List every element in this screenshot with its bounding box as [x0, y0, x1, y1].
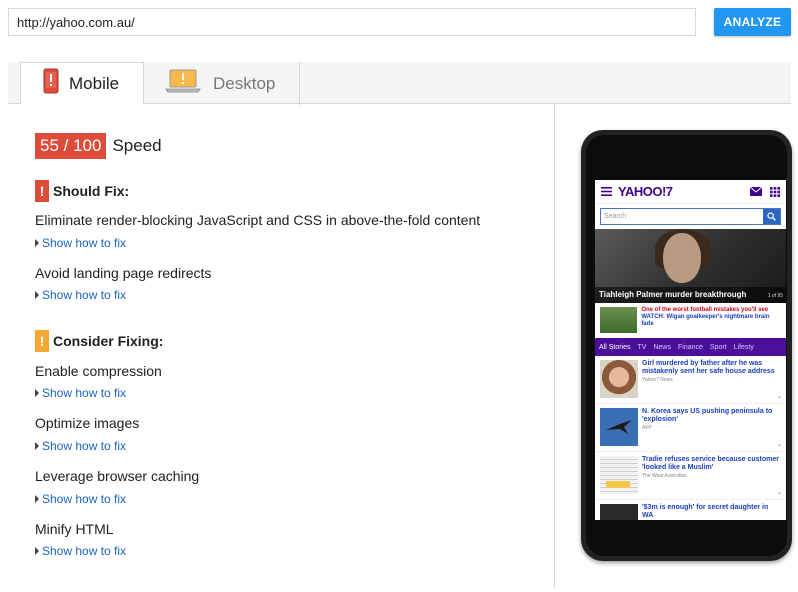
- story-title: '$3m is enough' for secret daughter in W…: [642, 504, 769, 519]
- rule-title: Leverage browser caching: [35, 468, 200, 484]
- show-how-to-fix-label: Show how to fix: [42, 544, 127, 558]
- show-how-to-fix-label: Show how to fix: [42, 386, 127, 400]
- tab-desktop-label: Desktop: [213, 73, 276, 93]
- apps-grid-icon: [770, 186, 780, 197]
- hamburger-icon: [601, 187, 612, 196]
- promo-blue-text: WATCH: Wigan goalkeeper's nightmare brai…: [641, 314, 770, 327]
- analyze-button[interactable]: ANALYZE: [714, 8, 791, 36]
- should-fix-heading: ! Should Fix:: [35, 180, 129, 202]
- site-header: YAHOO!7: [595, 180, 786, 204]
- show-how-to-fix-link[interactable]: Show how to fix: [35, 544, 126, 558]
- expand-triangle-icon: [35, 442, 39, 450]
- site-logo: YAHOO!7: [618, 184, 673, 199]
- promo-item: One of the worst football mistakes you'l…: [595, 303, 786, 338]
- hero-caption: Tiahleigh Palmer murder breakthrough: [595, 287, 786, 303]
- mobile-warning-icon: [43, 68, 59, 99]
- show-how-to-fix-label: Show how to fix: [42, 439, 127, 453]
- chevron-down-icon: ⌄: [776, 490, 782, 496]
- site-search-input: Search: [604, 213, 627, 220]
- should-fix-label: Should Fix:: [53, 183, 130, 199]
- rule-title: Eliminate render-blocking JavaScript and…: [35, 212, 481, 228]
- score-badge: 55 / 100: [35, 133, 107, 159]
- show-how-to-fix-link[interactable]: Show how to fix: [35, 386, 126, 400]
- story-title: N. Korea says US pushing peninsula to 'e…: [642, 408, 773, 423]
- tab-desktop[interactable]: Desktop: [145, 62, 300, 105]
- consider-fixing-heading: ! Consider Fixing:: [35, 330, 163, 352]
- score-label: Speed: [112, 136, 162, 155]
- story-thumbnail: [600, 456, 638, 494]
- story-source: The West Australian: [642, 473, 687, 479]
- site-nav: All Stories TV News Finance Sport Lifest…: [595, 338, 786, 356]
- expand-triangle-icon: [35, 495, 39, 503]
- story-item: Tradie refuses service because customer …: [595, 452, 786, 500]
- story-thumbnail: [600, 360, 638, 398]
- story-item: '$3m is enough' for secret daughter in W…: [595, 500, 786, 520]
- nav-item: TV: [637, 343, 647, 351]
- speed-score: 55 / 100 Speed: [35, 133, 162, 159]
- rule-title: Enable compression: [35, 363, 162, 379]
- hero-count: 1 of 95: [767, 293, 783, 299]
- page: ANALYZE Mobile: [0, 0, 798, 592]
- story-title: Tradie refuses service because customer …: [642, 456, 779, 471]
- story-item: Girl murdered by father after he was mis…: [595, 356, 786, 404]
- promo-text: One of the worst football mistakes you'l…: [641, 307, 781, 334]
- nav-item: All Stories: [599, 343, 631, 351]
- chevron-down-icon: ⌄: [776, 442, 782, 448]
- chevron-down-icon: ⌄: [776, 394, 782, 400]
- phone-screen: YAHOO!7 Search Tiahleigh Palmer murder b…: [595, 180, 786, 520]
- story-item: N. Korea says US pushing peninsula to 'e…: [595, 404, 786, 452]
- story-thumbnail: [600, 504, 638, 520]
- nav-item: Finance: [677, 343, 703, 351]
- promo-red-text: One of the worst football mistakes you'l…: [641, 307, 769, 313]
- show-how-to-fix-label: Show how to fix: [42, 288, 127, 302]
- tab-mobile-label: Mobile: [69, 73, 120, 93]
- nav-item: Sport: [709, 343, 727, 351]
- site-search: Search: [600, 208, 781, 225]
- rule-title: Minify HTML: [35, 521, 114, 537]
- show-how-to-fix-link[interactable]: Show how to fix: [35, 236, 126, 250]
- rule-title: Avoid landing page redirects: [35, 265, 212, 281]
- story-source: AFP: [642, 425, 652, 431]
- rule-title: Optimize images: [35, 415, 140, 431]
- device-tabs: Mobile Desktop: [8, 62, 791, 105]
- show-how-to-fix-link[interactable]: Show how to fix: [35, 439, 126, 453]
- promo-thumbnail: [600, 307, 638, 333]
- column-divider: [554, 104, 555, 588]
- expand-triangle-icon: [35, 291, 39, 299]
- expand-triangle-icon: [35, 389, 39, 397]
- laptop-warning-icon: [165, 68, 201, 99]
- search-icon: [763, 209, 780, 224]
- nav-item: News: [653, 343, 671, 351]
- hero-photo-face: [663, 233, 701, 283]
- hero-image: Tiahleigh Palmer murder breakthrough 1 o…: [595, 229, 786, 303]
- url-input[interactable]: [8, 8, 696, 36]
- warning-red-icon: !: [35, 180, 49, 202]
- show-how-to-fix-label: Show how to fix: [42, 492, 127, 506]
- phone-preview: YAHOO!7 Search Tiahleigh Palmer murder b…: [581, 130, 792, 561]
- nav-item: Lifesty: [733, 343, 754, 351]
- warning-orange-icon: !: [35, 330, 49, 352]
- expand-triangle-icon: [35, 239, 39, 247]
- phone-bezel: YAHOO!7 Search Tiahleigh Palmer murder b…: [586, 135, 787, 556]
- story-source: Yahoo7 News: [642, 377, 673, 383]
- show-how-to-fix-label: Show how to fix: [42, 236, 127, 250]
- consider-fixing-label: Consider Fixing:: [53, 333, 164, 349]
- show-how-to-fix-link[interactable]: Show how to fix: [35, 288, 126, 302]
- story-title: Girl murdered by father after he was mis…: [642, 360, 775, 375]
- expand-triangle-icon: [35, 547, 39, 555]
- tab-mobile[interactable]: Mobile: [20, 62, 144, 105]
- show-how-to-fix-link[interactable]: Show how to fix: [35, 492, 126, 506]
- story-thumbnail: [600, 408, 638, 446]
- mail-icon: [750, 187, 762, 196]
